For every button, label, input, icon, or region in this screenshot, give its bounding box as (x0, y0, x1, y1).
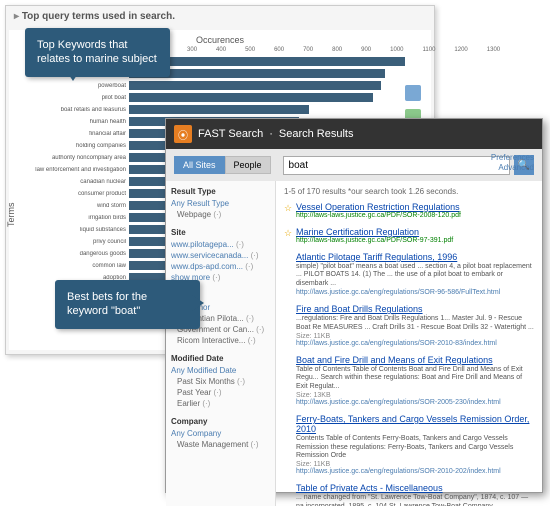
bar-row: boat retails and leasurus (19, 104, 426, 115)
refine-heading: Modified Date (171, 354, 270, 363)
result-url[interactable]: http://laws.justice.gc.ca/eng/regulation… (296, 340, 534, 347)
search-result: Atlantic Pilotage Tariff Regulations, 19… (284, 252, 534, 296)
refine-item[interactable]: www.servicecanada... (·) (171, 250, 270, 261)
result-size: Size: 11KB (296, 461, 534, 468)
result-title-link[interactable]: Boat and Fire Drill and Means of Exit Re… (296, 355, 493, 365)
search-body: Result Type Any Result TypeWebpage (·) Sit… (166, 181, 542, 506)
refine-item[interactable]: www.pilotagepa... (·) (171, 239, 270, 250)
refine-item[interactable]: Any Result Type (171, 198, 270, 209)
bar-label: authority noncompliary area (19, 155, 129, 161)
bar-label: dangerous goods (19, 251, 129, 257)
result-title-link[interactable]: Atlantic Pilotage Tariff Regulations, 19… (296, 252, 457, 262)
bar-label: holding companies (19, 143, 129, 149)
bestbet-star-icon: ☆ (284, 203, 292, 214)
search-header: ⦿ FAST Search · Search Results (166, 119, 542, 149)
result-title-link[interactable]: Ferry-Boats, Tankers and Cargo Vessels R… (296, 414, 529, 434)
bar-label: human health (19, 119, 129, 125)
bar-label: canadian nuclear (19, 179, 129, 185)
search-result: Ferry-Boats, Tankers and Cargo Vessels R… (284, 414, 534, 475)
result-count: 1-5 of 170 results *our search took 1.26… (284, 187, 534, 196)
search-bar: All Sites People 🔍 Preferences Advanced (166, 149, 542, 181)
refine-item[interactable]: Past Six Months (·) (177, 376, 270, 387)
result-url[interactable]: http://laws-laws.justice.gc.ca/PDF/SOR-2… (296, 212, 534, 219)
scope-tabs: All Sites People (174, 156, 271, 174)
bar-label: wind storm (19, 203, 129, 209)
bestbet-star-icon: ☆ (284, 228, 292, 239)
bar-label: liquid substances (19, 227, 129, 233)
bar (129, 93, 373, 102)
refine-item[interactable]: www.dps-apd.com... (·) (171, 261, 270, 272)
search-result: ☆ Marine Certification Regulationhttp://l… (284, 227, 534, 244)
refine-sidebar: Result Type Any Result TypeWebpage (·) Sit… (166, 181, 276, 506)
search-result: Fire and Boat Drills Regulations...regul… (284, 304, 534, 347)
refine-item[interactable]: Any Modified Date (171, 365, 270, 376)
advanced-link[interactable]: Advanced (491, 163, 534, 173)
bar (129, 57, 405, 66)
bar-label: law enforcement and investigation (19, 167, 129, 173)
result-url[interactable]: http://laws.justice.gc.ca/eng/regulation… (296, 468, 534, 475)
fast-logo-icon: ⦿ (174, 125, 192, 143)
search-input[interactable] (283, 156, 510, 175)
refine-item[interactable]: Waste Management (·) (177, 439, 270, 450)
search-results-panel: ⦿ FAST Search · Search Results All Sites… (165, 118, 543, 493)
result-title-link[interactable]: Fire and Boat Drills Regulations (296, 304, 423, 314)
x-ticks: 1002003004005006007008009001000110012001… (129, 47, 426, 53)
separator: · (269, 128, 273, 140)
refine-heading: Company (171, 417, 270, 426)
result-url[interactable]: http://laws.justice.gc.ca/eng/regulation… (296, 289, 534, 296)
result-title-link[interactable]: Vessel Operation Restriction Regulations (296, 202, 460, 212)
refine-item[interactable]: Earlier (·) (177, 398, 270, 409)
result-snippet: Table of Contents Table of Contents Boat… (296, 366, 534, 391)
bar (129, 81, 381, 90)
result-title-link[interactable]: Marine Certification Regulation (296, 227, 419, 237)
tool-icon[interactable] (405, 85, 421, 101)
bar-label: irrigation birds (19, 215, 129, 221)
result-size: Size: 13KB (296, 392, 534, 399)
refine-item[interactable]: Past Year (·) (177, 387, 270, 398)
y-axis-label: Terms (6, 203, 16, 228)
tab-people[interactable]: People (225, 156, 271, 174)
refine-item[interactable]: Ricom Interactive... (·) (177, 335, 270, 346)
bar-label: financial affair (19, 131, 129, 137)
chart-title: Top query terms used in search. (6, 6, 434, 27)
result-title-link[interactable]: Table of Private Acts - Miscellaneous (296, 483, 443, 493)
refine-heading: Site (171, 228, 270, 237)
result-url[interactable]: http://laws.justice.gc.ca/eng/regulation… (296, 399, 534, 406)
search-prefs: Preferences Advanced (491, 153, 534, 172)
result-snippet: Contents Table of Contents Ferry-Boats, … (296, 435, 534, 460)
refine-heading: Result Type (171, 187, 270, 196)
callout-keywords: Top Keywords that relates to marine subj… (25, 28, 170, 77)
bar-label: boat retails and leasurus (19, 107, 129, 113)
result-size: Size: 11KB (296, 333, 534, 340)
refine-item[interactable]: Any Company (171, 428, 270, 439)
brand-label: FAST Search (198, 128, 263, 140)
result-snippet: ... name changed from "St. Lawrence Tow-… (296, 494, 534, 506)
page-label: Search Results (279, 128, 354, 140)
bar-label: consumer product (19, 191, 129, 197)
search-result: ☆ Vessel Operation Restriction Regulation… (284, 202, 534, 219)
bar-row: pilot boat (19, 92, 426, 103)
preferences-link[interactable]: Preferences (491, 153, 534, 163)
result-snippet: simple) "pilot boat" means a boat used .… (296, 263, 534, 288)
bar-label: pilot boat (19, 95, 129, 101)
result-snippet: ...regulations: Fire and Boat Drills Reg… (296, 315, 534, 332)
result-url[interactable]: http://laws-laws.justice.gc.ca/PDF/SOR-9… (296, 237, 534, 244)
search-result: Table of Private Acts - Miscellaneous...… (284, 483, 534, 506)
tab-all-sites[interactable]: All Sites (174, 156, 225, 174)
bar-label: common law (19, 263, 129, 269)
refine-item[interactable]: Webpage (·) (177, 209, 270, 220)
callout-bestbets: Best bets for the keyword "boat" (55, 280, 200, 329)
search-result: Boat and Fire Drill and Means of Exit Re… (284, 355, 534, 406)
bar-label: privy council (19, 239, 129, 245)
bar (129, 105, 309, 114)
results-list: 1-5 of 170 results *our search took 1.26… (276, 181, 542, 506)
